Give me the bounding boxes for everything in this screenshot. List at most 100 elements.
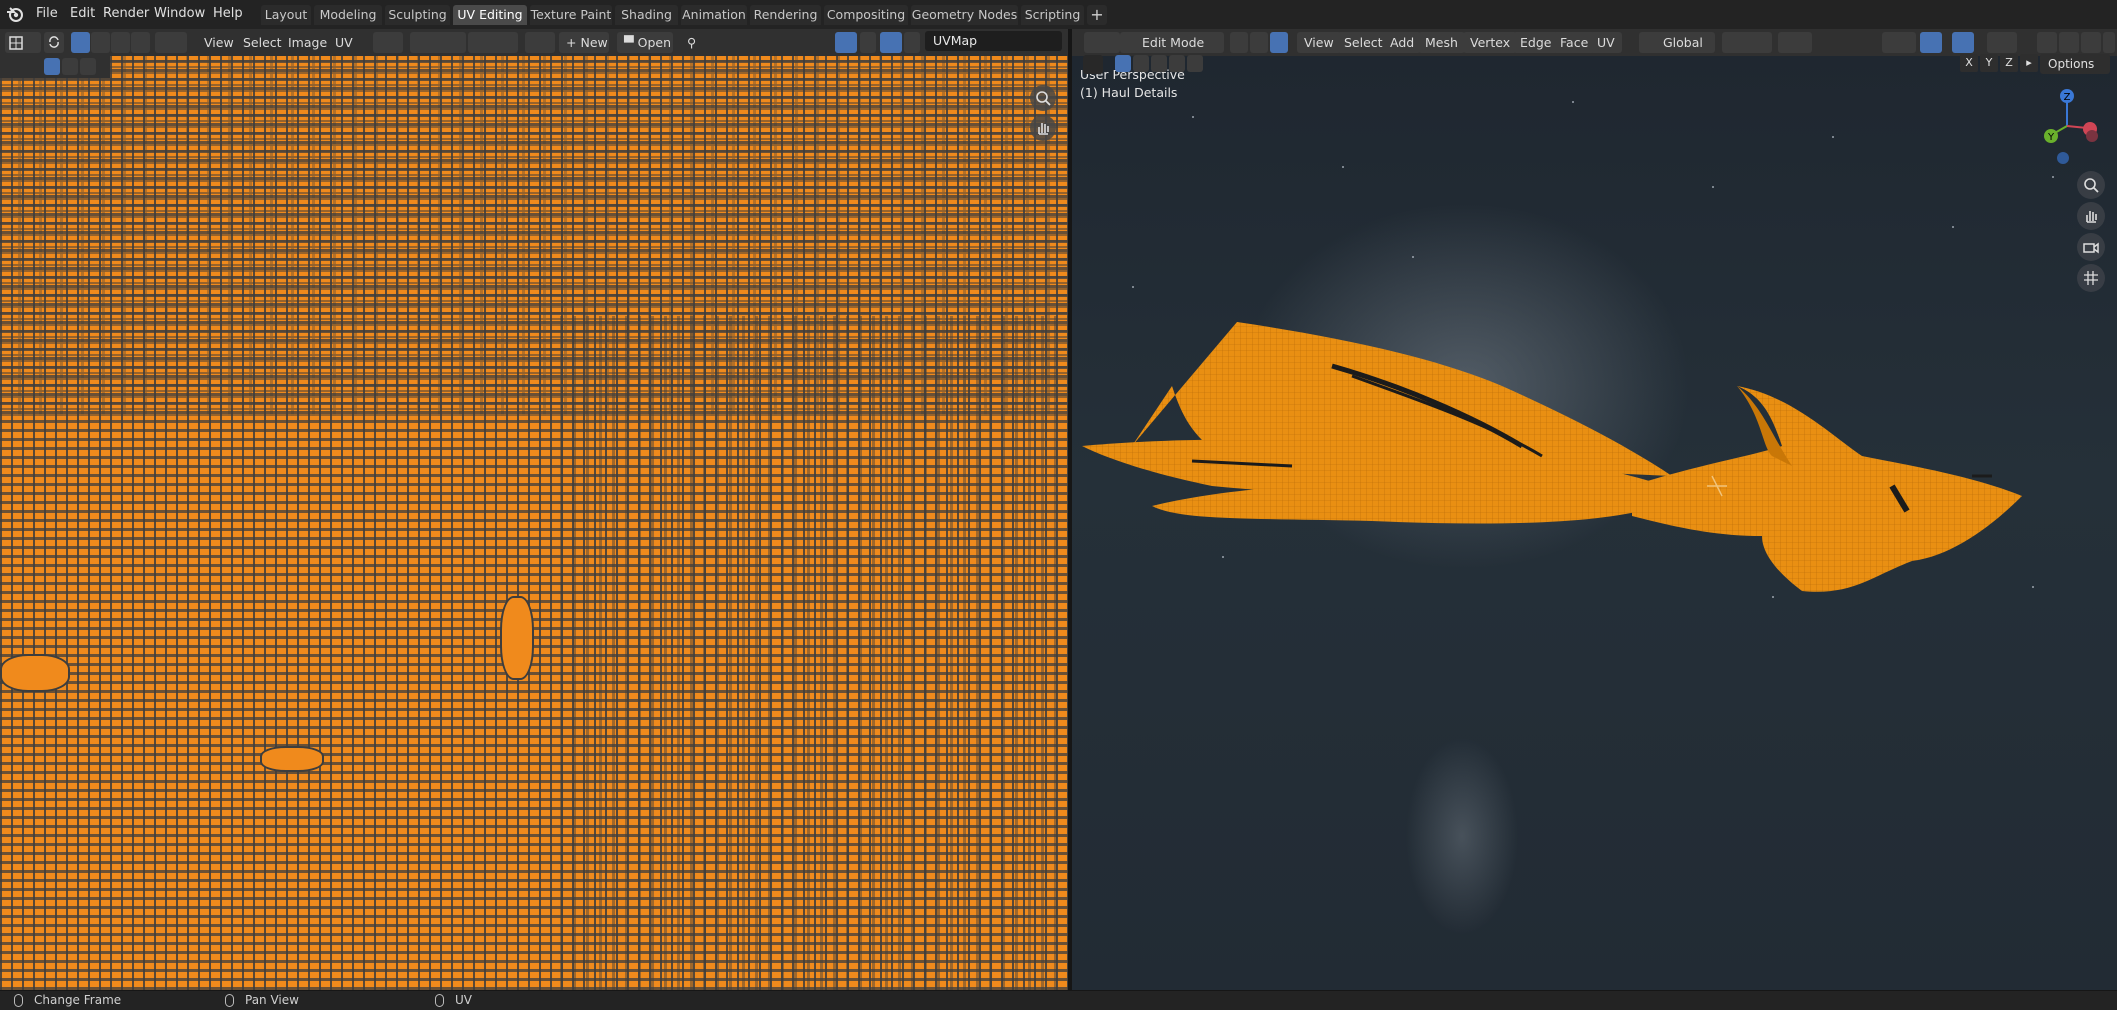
uv-island-strip: [260, 746, 324, 772]
visibility-icon[interactable]: [1882, 32, 1916, 53]
rendered-shading-icon[interactable]: [2103, 32, 2115, 53]
tab-layout[interactable]: Layout: [261, 5, 311, 25]
uvmap-field[interactable]: UVMap: [925, 31, 1062, 51]
image-icon[interactable]: [525, 32, 555, 53]
zoom-icon[interactable]: [2077, 171, 2105, 199]
vp-menu-add[interactable]: Add: [1383, 32, 1422, 53]
mirror-options-icon[interactable]: ▸: [2020, 54, 2038, 72]
menu-window[interactable]: Window: [148, 4, 211, 24]
select-extend-icon[interactable]: [1133, 55, 1149, 72]
uv-editor-header: View Select Image UV + New ▀ Open ⚲: [0, 29, 1068, 56]
mirror-y-toggle[interactable]: Y: [1980, 54, 1998, 72]
select-subtract-icon[interactable]: [1151, 55, 1167, 72]
options-dropdown[interactable]: Options: [2040, 54, 2110, 74]
uv-tool-row: [0, 56, 110, 78]
vp-menu-vertex[interactable]: Vertex: [1463, 32, 1518, 53]
new-image-button[interactable]: + New: [559, 32, 609, 53]
gizmo-icon[interactable]: [1920, 32, 1942, 53]
vp-menu-edge[interactable]: Edge: [1513, 32, 1559, 53]
tab-uv-editing[interactable]: UV Editing: [453, 5, 527, 25]
uv-menu-view[interactable]: View: [197, 32, 241, 53]
menu-render[interactable]: Render: [97, 4, 155, 24]
tab-scripting[interactable]: Scripting: [1021, 5, 1084, 25]
wireframe-shading-icon[interactable]: [2037, 32, 2057, 53]
tab-modeling[interactable]: Modeling: [314, 5, 382, 25]
gizmo-icon[interactable]: [880, 32, 902, 53]
mirror-z-toggle[interactable]: Z: [2000, 54, 2018, 72]
hand-icon[interactable]: [2077, 202, 2105, 230]
grid-icon[interactable]: [2077, 264, 2105, 292]
material-shading-icon[interactable]: [2081, 32, 2101, 53]
3d-viewport[interactable]: User Perspective (1) Haul Details Z Y: [1072, 56, 2117, 990]
tab-compositing[interactable]: Compositing: [824, 5, 908, 25]
snap-icon[interactable]: [410, 32, 466, 53]
tab-sculpting[interactable]: Sculpting: [385, 5, 450, 25]
gizmo-y-label: Y: [2047, 132, 2055, 143]
uv-menu-image[interactable]: Image: [281, 32, 334, 53]
vp-menu-select[interactable]: Select: [1337, 32, 1390, 53]
tab-animation[interactable]: Animation: [681, 5, 747, 25]
uv-menu-uv[interactable]: UV: [328, 32, 360, 53]
blender-logo-icon[interactable]: [6, 5, 24, 23]
camera-icon[interactable]: [2077, 233, 2105, 261]
overlay-icon[interactable]: [835, 32, 857, 53]
vp-menu-face[interactable]: Face: [1553, 32, 1596, 53]
edge-mode-icon[interactable]: [1250, 32, 1268, 53]
menu-file[interactable]: File: [30, 4, 64, 24]
face-select-icon[interactable]: [111, 32, 130, 53]
vertex-mode-icon[interactable]: [1230, 32, 1248, 53]
hand-icon[interactable]: [1030, 115, 1056, 141]
select-extend-icon[interactable]: [62, 58, 78, 75]
toolbar-toggle-icon[interactable]: [1083, 55, 1103, 74]
select-invert-icon[interactable]: [1169, 55, 1185, 72]
proportional-icon[interactable]: [468, 32, 518, 53]
viewport-header: Edit Mode View Select Add Mesh Vertex Ed…: [1072, 29, 2117, 56]
pivot-icon[interactable]: [1722, 32, 1772, 53]
navigation-gizmo[interactable]: Z Y: [2037, 86, 2107, 166]
gizmo-z-label: Z: [2064, 92, 2071, 103]
mirror-x-toggle[interactable]: X: [1960, 54, 1978, 72]
tab-rendering[interactable]: Rendering: [750, 5, 821, 25]
overlay-dropdown[interactable]: [860, 32, 876, 53]
vp-menu-view[interactable]: View: [1297, 32, 1341, 53]
menu-help[interactable]: Help: [207, 4, 249, 24]
tab-texture-paint[interactable]: Texture Paint: [530, 5, 612, 25]
transform-orientation-dropdown[interactable]: Global: [1639, 32, 1715, 53]
tab-geometry-nodes[interactable]: Geometry Nodes: [911, 5, 1018, 25]
pivot-icon[interactable]: [373, 32, 403, 53]
vp-menu-mesh[interactable]: Mesh: [1418, 32, 1465, 53]
spaceship-mesh: [1082, 322, 2022, 592]
solid-shading-icon[interactable]: [2059, 32, 2079, 53]
xray-icon[interactable]: [1987, 32, 2017, 53]
mode-dropdown[interactable]: Edit Mode: [1120, 32, 1224, 53]
face-mode-icon[interactable]: [1270, 32, 1288, 53]
orientation-label: Global: [1663, 35, 1703, 50]
vertex-select-icon[interactable]: [71, 32, 90, 53]
folder-icon: ▀: [624, 35, 634, 50]
tab-shading[interactable]: Shading: [615, 5, 678, 25]
island-select-icon[interactable]: [131, 32, 150, 53]
gizmo-dropdown[interactable]: [904, 32, 920, 53]
edge-select-icon[interactable]: [91, 32, 110, 53]
zoom-icon[interactable]: [1030, 85, 1056, 111]
open-image-label: Open: [637, 35, 672, 50]
status-change-frame: Change Frame: [34, 993, 122, 1007]
overlay-icon[interactable]: [1952, 32, 1974, 53]
sticky-mode-icon[interactable]: [155, 32, 187, 53]
editor-type-icon[interactable]: [1084, 32, 1120, 53]
add-workspace-button[interactable]: +: [1087, 5, 1107, 25]
new-image-label: New: [580, 35, 608, 50]
select-box-icon[interactable]: [44, 58, 60, 75]
menu-edit[interactable]: Edit: [64, 4, 101, 24]
editor-type-icon[interactable]: [5, 32, 41, 53]
sync-selection-icon[interactable]: [44, 32, 64, 53]
open-image-button[interactable]: ▀ Open: [617, 32, 673, 53]
mouse-right-icon: [435, 994, 444, 1007]
snap-icon[interactable]: [1778, 32, 1812, 53]
vp-menu-uv[interactable]: UV: [1590, 32, 1622, 53]
pin-icon[interactable]: ⚲: [680, 32, 703, 53]
select-intersect-icon[interactable]: [1187, 55, 1203, 72]
uv-editor-canvas[interactable]: [0, 56, 1068, 990]
select-box-icon[interactable]: [1115, 55, 1131, 72]
select-subtract-icon[interactable]: [80, 58, 96, 75]
